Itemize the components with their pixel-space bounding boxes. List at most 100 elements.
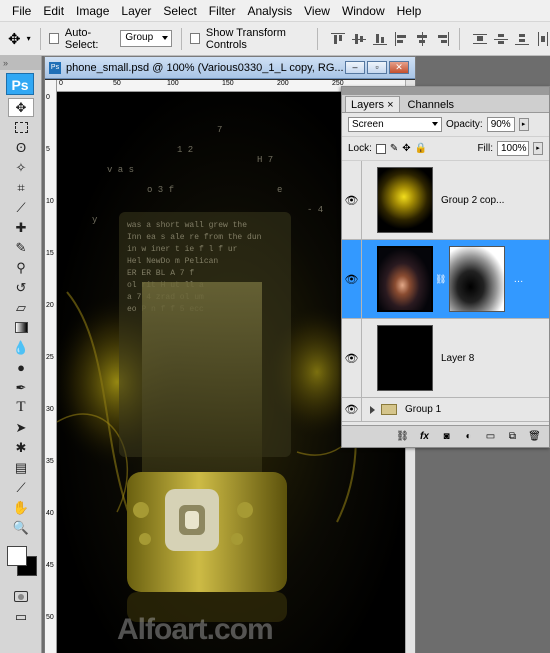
svg-text:e: e — [277, 185, 282, 195]
move-tool-icon[interactable]: ✥ — [8, 30, 21, 48]
align-bottom-icon[interactable] — [373, 32, 388, 46]
menu-window[interactable]: Window — [336, 0, 391, 22]
visibility-eye-icon[interactable]: 👁 — [342, 319, 362, 397]
panel-grip[interactable] — [342, 87, 549, 95]
hand-tool-icon[interactable]: ✋ — [8, 498, 34, 517]
path-selection-tool-icon[interactable]: ➤ — [8, 418, 34, 437]
marquee-tool-icon[interactable] — [8, 118, 34, 137]
screen-mode-icon[interactable]: ▭ — [8, 607, 34, 626]
new-layer-icon[interactable]: ⧉ — [506, 430, 519, 443]
visibility-eye-icon[interactable]: 👁 — [342, 240, 362, 318]
menu-help[interactable]: Help — [391, 0, 428, 22]
layer-row[interactable]: 👁 Layer 8 — [342, 319, 549, 398]
history-brush-tool-icon[interactable]: ↺ — [8, 278, 34, 297]
eyedropper-tool-2-icon[interactable]: ⟋ — [8, 478, 34, 497]
lock-transparent-icon[interactable] — [375, 143, 386, 154]
layer-mask-thumbnail[interactable] — [449, 246, 506, 312]
ps-logo: Ps — [6, 73, 34, 95]
fx-icon[interactable]: fx — [418, 430, 431, 443]
lock-all-icon[interactable]: 🔒 — [415, 143, 427, 154]
separator — [180, 27, 182, 50]
layer-thumbnail — [377, 325, 433, 391]
opacity-slider-toggle[interactable]: ▸ — [518, 118, 529, 131]
distribute-center-icon[interactable] — [494, 32, 509, 46]
foreground-color-swatch[interactable] — [7, 546, 27, 566]
tab-layers[interactable]: Layers × — [345, 96, 400, 112]
group-row[interactable]: 👁 Group 1 — [342, 397, 549, 422]
distribute-horizontal-icon[interactable] — [536, 31, 550, 46]
menu-select[interactable]: Select — [157, 0, 202, 22]
menu-file[interactable]: File — [6, 0, 37, 22]
distribute-top-icon[interactable] — [473, 32, 488, 46]
layer-row-selected[interactable]: 👁 ⛓ … — [342, 240, 549, 319]
menu-filter[interactable]: Filter — [203, 0, 242, 22]
menu-layer[interactable]: Layer — [115, 0, 157, 22]
menu-view[interactable]: View — [298, 0, 336, 22]
align-hcenter-icon[interactable] — [415, 31, 429, 46]
align-right-icon[interactable] — [436, 31, 450, 46]
distribute-bottom-icon[interactable] — [515, 32, 530, 46]
minimize-button[interactable]: – — [345, 61, 365, 74]
chevron-down-icon — [432, 122, 438, 126]
blend-opacity-row: Screen Opacity: 90% ▸ — [342, 113, 549, 137]
folder-icon[interactable]: ▭ — [484, 430, 497, 443]
align-left-icon[interactable] — [394, 31, 408, 46]
custom-shape-tool-icon[interactable]: ✱ — [8, 438, 34, 457]
auto-select-checkbox[interactable] — [49, 33, 59, 44]
svg-text:y: y — [92, 215, 98, 225]
folder-icon — [381, 404, 397, 415]
opacity-input[interactable]: 90% — [486, 117, 515, 132]
toolbox-grip[interactable]: » — [0, 56, 41, 70]
menu-analysis[interactable]: Analysis — [241, 0, 298, 22]
distribute-buttons — [473, 31, 550, 46]
transform-controls-label: Show Transform Controls — [205, 26, 286, 51]
blend-mode-dropdown[interactable]: Screen — [348, 117, 442, 132]
healing-brush-tool-icon[interactable]: ✚ — [8, 218, 34, 237]
blur-tool-icon[interactable]: 💧 — [8, 338, 34, 357]
type-tool-icon[interactable]: T — [8, 398, 34, 417]
magic-wand-tool-icon[interactable]: ✧ — [8, 158, 34, 177]
clone-stamp-tool-icon[interactable]: ⚲ — [8, 258, 34, 277]
ruler-tick-label: 50 — [113, 80, 121, 87]
auto-select-dropdown[interactable]: Group — [120, 30, 172, 47]
close-tab-icon[interactable]: × — [387, 99, 393, 111]
visibility-eye-icon[interactable]: 👁 — [342, 397, 362, 422]
visibility-eye-icon[interactable]: 👁 — [342, 161, 362, 239]
eyedropper-tool-icon[interactable]: ⟋ — [8, 198, 34, 217]
align-top-icon[interactable] — [331, 32, 346, 46]
zoom-tool-icon[interactable]: 🔍 — [8, 518, 34, 537]
lock-pixels-icon[interactable]: ✎ — [390, 143, 398, 154]
move-tool-icon[interactable]: ✥ — [8, 98, 34, 117]
align-vcenter-icon[interactable] — [352, 32, 367, 46]
document-title-bar[interactable]: Ps phone_small.psd @ 100% (Various0330_1… — [45, 57, 415, 79]
mask-icon[interactable]: ◙ — [440, 430, 453, 443]
link-chain-icon[interactable]: ⛓ — [435, 274, 446, 285]
tab-channels[interactable]: Channels — [402, 96, 460, 112]
tool-preset-dropdown-icon[interactable]: ▾ — [27, 34, 31, 43]
menu-edit[interactable]: Edit — [37, 0, 70, 22]
lasso-tool-icon[interactable]: ʘ — [8, 138, 34, 157]
layer-row[interactable]: 👁 Group 2 cop... — [342, 161, 549, 240]
dodge-tool-icon[interactable]: ● — [8, 358, 34, 377]
close-button[interactable]: ✕ — [389, 61, 409, 74]
lock-position-icon[interactable]: ✥ — [402, 143, 410, 154]
svg-text:v a s: v a s — [107, 165, 134, 175]
expand-triangle-icon[interactable] — [370, 405, 375, 414]
trash-icon[interactable]: 🗑 — [528, 430, 541, 443]
eraser-tool-icon[interactable]: ▱ — [8, 298, 34, 317]
color-swatches[interactable] — [4, 543, 40, 579]
crop-tool-icon[interactable]: ⌗ — [8, 178, 34, 197]
panel-tabs: Layers × Channels — [342, 95, 549, 113]
pen-tool-icon[interactable]: ✒ — [8, 378, 34, 397]
link-icon[interactable]: ⛓ — [396, 430, 409, 443]
brush-tool-icon[interactable]: ✎ — [8, 238, 34, 257]
notes-tool-icon[interactable]: ▤ — [8, 458, 34, 477]
fill-slider-toggle[interactable]: ▸ — [533, 142, 543, 155]
quick-mask-icon[interactable] — [8, 587, 34, 606]
adjustment-icon[interactable]: ◐ — [462, 430, 475, 443]
transform-controls-checkbox[interactable] — [190, 33, 200, 44]
menu-image[interactable]: Image — [70, 0, 115, 22]
gradient-tool-icon[interactable] — [8, 318, 34, 337]
fill-input[interactable]: 100% — [497, 141, 529, 156]
maximize-button[interactable]: ▫ — [367, 61, 387, 74]
